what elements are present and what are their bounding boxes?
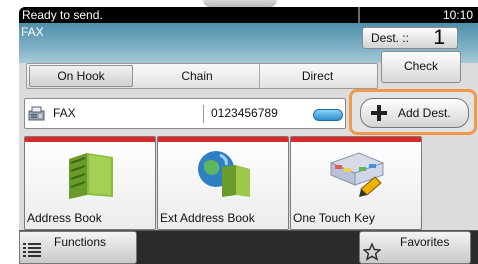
detail-pill-icon[interactable] xyxy=(313,109,343,121)
functions-label: Functions xyxy=(54,235,107,249)
tab-direct[interactable]: Direct xyxy=(260,64,375,88)
one-touch-key-label: One Touch Key xyxy=(293,211,375,225)
add-dest-label: Add Dest. xyxy=(398,106,451,120)
plus-icon xyxy=(369,103,389,123)
address-book-label: Address Book xyxy=(27,211,102,225)
tile-stripe xyxy=(291,137,421,142)
add-dest-button[interactable]: Add Dest. xyxy=(360,98,469,128)
list-icon xyxy=(23,243,41,257)
status-message: Ready to send. xyxy=(22,8,103,22)
top-pull-tab xyxy=(203,0,277,7)
destination-counter-label: Dest. :: xyxy=(371,31,410,45)
page-title: FAX xyxy=(21,25,44,39)
fax-machine-icon xyxy=(28,106,45,121)
dial-mode-tabs: On Hook Chain Direct xyxy=(26,63,378,89)
star-icon xyxy=(363,243,381,261)
entry-divider xyxy=(203,105,204,123)
address-book-tile[interactable]: Address Book xyxy=(24,136,156,230)
entry-type-label: FAX xyxy=(53,106,76,120)
one-touch-key-tile[interactable]: One Touch Key xyxy=(290,136,422,230)
status-divider xyxy=(358,7,360,23)
status-time: 10:10 xyxy=(442,8,473,22)
tab-chain[interactable]: Chain xyxy=(135,64,259,88)
favorites-label: Favorites xyxy=(400,235,450,249)
tile-stripe xyxy=(158,137,288,142)
destination-counter[interactable]: Dest. :: 1 xyxy=(362,26,458,49)
check-button[interactable]: Check xyxy=(381,51,461,83)
favorites-button[interactable]: Favorites xyxy=(359,231,471,264)
fax-number-value: 0123456789 xyxy=(211,106,278,120)
address-book-icon xyxy=(69,153,113,199)
ext-address-book-icon xyxy=(198,151,250,197)
tile-stripe xyxy=(25,137,155,142)
functions-button[interactable]: Functions xyxy=(19,231,137,264)
fax-panel: Ready to send. 10:10 FAX Dest. :: 1 Chec… xyxy=(19,7,478,264)
tab-on-hook[interactable]: On Hook xyxy=(29,65,133,87)
destination-entry-row[interactable]: FAX 0123456789 xyxy=(24,98,346,129)
ext-address-book-label: Ext Address Book xyxy=(160,211,255,225)
destination-count: 1 xyxy=(433,26,445,49)
status-bar: Ready to send. 10:10 xyxy=(19,7,478,23)
one-touch-key-icon xyxy=(329,152,385,197)
ext-address-book-tile[interactable]: Ext Address Book xyxy=(157,136,289,230)
